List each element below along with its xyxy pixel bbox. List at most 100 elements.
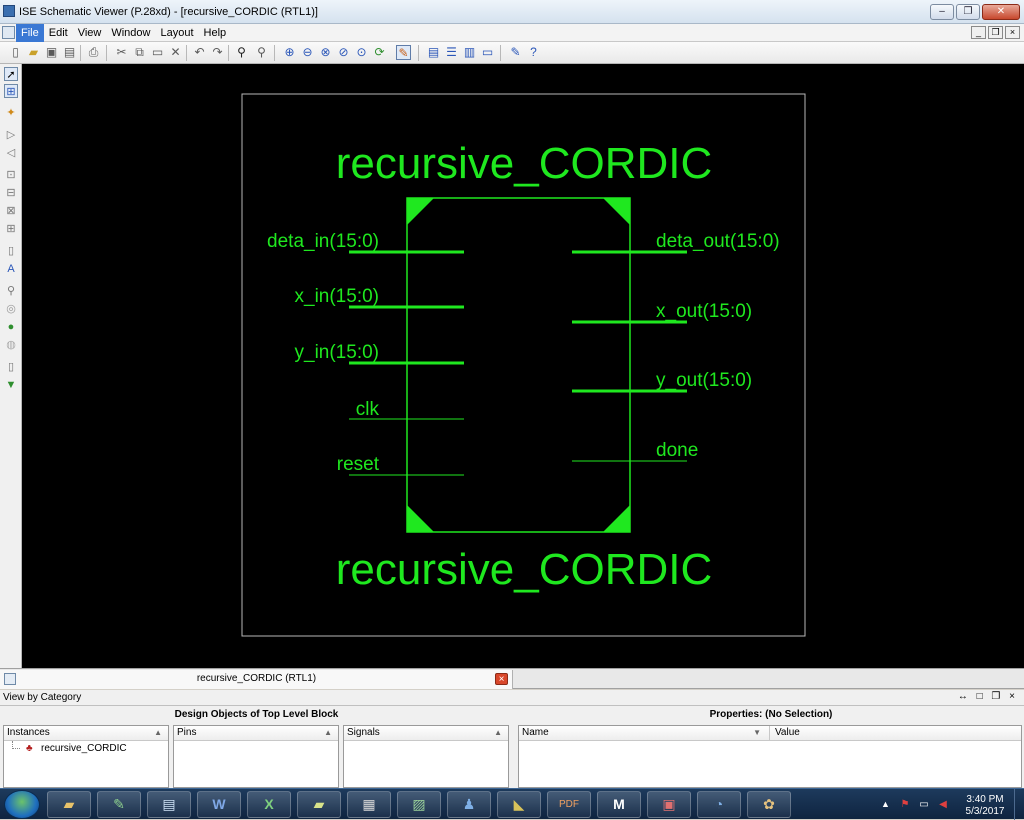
save-all-icon[interactable]: ▤ [62,45,77,60]
window-icon[interactable]: ▭ [480,45,495,60]
action-center-icon[interactable]: ⚑ [899,799,911,810]
properties-header[interactable]: Name ▼ Value [519,726,1021,741]
text-icon[interactable]: A [4,262,18,276]
highlight-icon[interactable]: ✦ [4,106,18,120]
copy-view-icon[interactable]: ▯ [4,360,18,374]
wrench-icon[interactable]: ✎ [508,45,523,60]
stop-icon[interactable]: ◎ [4,302,18,316]
mdi-restore-button[interactable]: ❐ [988,26,1003,39]
menu-layout[interactable]: Layout [155,24,198,42]
instances-list[interactable]: Instances ▲ ♣ recursive_CORDIC [3,725,169,788]
export-icon[interactable]: ▼ [4,378,18,392]
zoom-out-icon[interactable]: ⊖ [300,45,315,60]
close-tab-icon[interactable]: × [495,673,508,685]
start-button[interactable] [4,790,40,819]
pdf-taskbar-icon[interactable]: PDF [547,791,591,818]
signals-header[interactable]: Signals ▲ [344,726,508,741]
clock-time[interactable]: 3:40 PM [965,794,1005,805]
show-desktop-button[interactable] [1014,789,1024,820]
restore-button[interactable]: ❐ [956,4,980,20]
schematic-canvas[interactable]: recursive_CORDIC recursive_CORDIC deta_i… [22,64,1024,668]
matlab-taskbar-icon[interactable]: M [597,791,641,818]
clock-app-taskbar-icon[interactable]: ◔ [697,791,741,818]
tile-vertical-icon[interactable]: ▥ [462,45,477,60]
expand-icon[interactable]: ⊡ [4,168,18,182]
select-icon[interactable]: ➚ [4,67,18,81]
page-icon[interactable]: ▯ [4,244,18,258]
refresh-icon[interactable]: ⟳ [372,45,387,60]
toolbar-separator [80,45,81,61]
menu-view[interactable]: View [73,24,107,42]
panel-controls[interactable]: ↔ □ ❐ × [958,691,1018,702]
chart-taskbar-icon[interactable]: ▨ [397,791,441,818]
minimize-button[interactable]: – [930,4,954,20]
undo-icon[interactable]: ↶ [192,45,207,60]
folder-taskbar-icon[interactable]: ◣ [497,791,541,818]
tile-horizontal-icon[interactable]: ☰ [444,45,459,60]
pan-icon[interactable]: ✎ [396,45,411,60]
collapse-icon[interactable]: ⊟ [4,186,18,200]
sticky-notes-taskbar-icon[interactable]: ▰ [297,791,341,818]
pin-icon[interactable]: ⚲ [4,284,18,298]
zoom-in-icon[interactable]: ⊕ [282,45,297,60]
users-taskbar-icon[interactable]: ♟ [447,791,491,818]
chip-taskbar-icon[interactable]: ▣ [647,791,691,818]
hierarchy-icon[interactable]: ⊞ [4,84,18,98]
go-icon[interactable]: ● [4,320,18,334]
properties-table[interactable]: Name ▼ Value [518,725,1022,788]
list-item[interactable]: ♣ recursive_CORDIC [4,741,168,757]
network-icon[interactable]: ▭ [918,799,930,810]
zoom-select-icon[interactable]: ⊙ [354,45,369,60]
explorer-taskbar-icon[interactable]: ▰ [47,791,91,818]
zoom-fit-icon[interactable]: ⊗ [318,45,333,60]
pins-list[interactable]: Pins ▲ [173,725,339,788]
push-icon[interactable]: ⊠ [4,204,18,218]
cascade-icon[interactable]: ▤ [426,45,441,60]
column-divider[interactable] [769,726,770,741]
menu-file[interactable]: File [16,24,44,42]
menu-window[interactable]: Window [106,24,155,42]
cut-icon[interactable]: ✂ [114,45,129,60]
volume-icon[interactable]: ◀ [937,799,949,810]
properties-title: Properties: (No Selection) [709,709,833,720]
forward-icon[interactable]: ▷ [4,128,18,142]
delete-icon[interactable]: ✕ [168,45,183,60]
zoom-area-icon[interactable]: ⊘ [336,45,351,60]
ise-taskbar-icon[interactable]: ✎ [97,791,141,818]
mdi-minimize-button[interactable]: _ [971,26,986,39]
open-icon[interactable]: ▰ [26,45,41,60]
find-icon[interactable]: ⚲ [234,45,249,60]
mdi-close-button[interactable]: × [1005,26,1020,39]
calculator-taskbar-icon[interactable]: ▦ [347,791,391,818]
menu-edit[interactable]: Edit [44,24,73,42]
left-toolbar: ➚ ⊞ ✦ ▷ ◁ ⊡ ⊟ ⊠ ⊞ ▯ A ⚲ ◎ ● ◍ ▯ ▼ [0,64,22,668]
print-icon[interactable]: ⎙ [86,45,101,60]
menu-help[interactable]: Help [199,24,232,42]
signals-list[interactable]: Signals ▲ [343,725,509,788]
notepad-taskbar-icon[interactable]: ▤ [147,791,191,818]
paste-icon[interactable]: ▭ [150,45,165,60]
document-icon[interactable] [2,26,15,39]
instances-header[interactable]: Instances ▲ [4,726,168,741]
excel-taskbar-icon[interactable]: X [247,791,291,818]
help-icon[interactable]: ? [526,45,541,60]
sort-up-icon: ▲ [494,728,502,737]
block-body[interactable] [406,197,631,533]
copy-icon[interactable]: ⧉ [132,45,147,60]
document-tab[interactable]: recursive_CORDIC (RTL1) × [0,670,513,689]
panel-header: View by Category ↔ □ ❐ × [0,690,1024,706]
close-button[interactable]: ✕ [982,4,1020,20]
back-icon[interactable]: ◁ [4,146,18,160]
new-icon[interactable]: ▯ [8,45,23,60]
redo-icon[interactable]: ↷ [210,45,225,60]
find-next-icon[interactable]: ⚲ [254,45,269,60]
word-taskbar-icon[interactable]: W [197,791,241,818]
paint-taskbar-icon[interactable]: ✿ [747,791,791,818]
title-bar: ISE Schematic Viewer (P.28xd) - [recursi… [0,0,1024,24]
tray-expand-icon[interactable]: ▲ [881,799,890,809]
save-icon[interactable]: ▣ [44,45,59,60]
pop-icon[interactable]: ⊞ [4,222,18,236]
pins-header[interactable]: Pins ▲ [174,726,338,741]
run-icon[interactable]: ◍ [4,338,18,352]
clock-date[interactable]: 5/3/2017 [963,806,1007,817]
